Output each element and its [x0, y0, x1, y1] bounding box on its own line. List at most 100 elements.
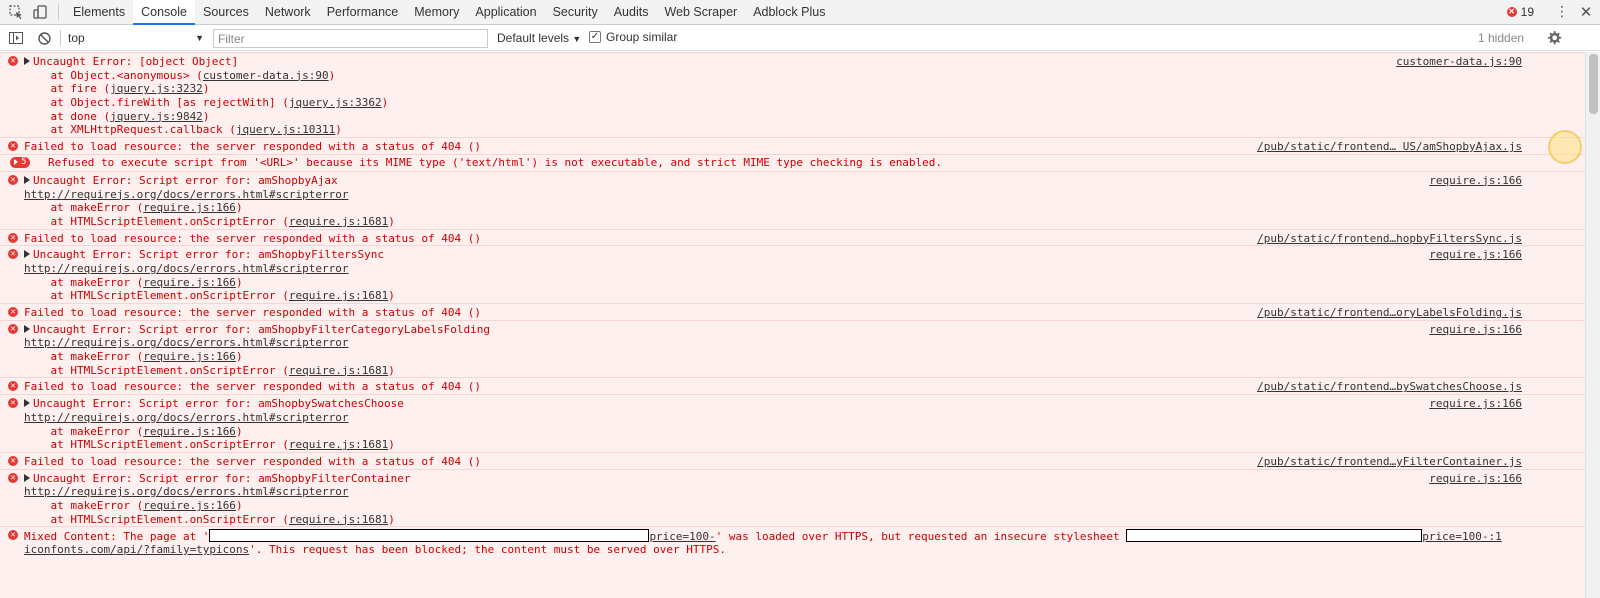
- repeat-count-badge[interactable]: 5: [10, 156, 31, 168]
- stack-frame-link[interactable]: require.js:166: [143, 425, 236, 438]
- stack-frame-link[interactable]: require.js:1681: [289, 215, 388, 228]
- stack-frame: at makeError (require.js:166): [0, 201, 1600, 215]
- stack-frame-text: ): [388, 512, 395, 526]
- sidebar-toggle-icon[interactable]: [2, 26, 30, 50]
- docs-link[interactable]: http://requirejs.org/docs/errors.html#sc…: [24, 411, 349, 424]
- tab-performance[interactable]: Performance: [319, 0, 407, 25]
- group-similar-toggle[interactable]: ✓ Group similar: [589, 30, 677, 44]
- message-header[interactable]: Uncaught Error: Script error for: amShop…: [24, 397, 404, 411]
- stack-frame-link[interactable]: customer-data.js:90: [203, 69, 329, 82]
- console-messages: ✕ Uncaught Error: [object Object] customer…: [0, 52, 1600, 598]
- source-link[interactable]: /pub/static/frontend… US/amShopbyAjax.js: [1257, 140, 1522, 154]
- expand-triangle-icon[interactable]: [24, 324, 30, 333]
- stack-frame-text: at HTMLScriptElement.onScriptError (: [24, 214, 289, 228]
- stylesheet-url[interactable]: iconfonts.com/api/?family=typicons: [24, 543, 249, 556]
- console-scrollbar[interactable]: [1585, 52, 1600, 598]
- stack-frame-link[interactable]: jquery.js:3362: [289, 96, 382, 109]
- docs-link[interactable]: http://requirejs.org/docs/errors.html#sc…: [24, 485, 349, 498]
- expand-triangle-icon[interactable]: [24, 250, 30, 259]
- device-toolbar-icon[interactable]: [28, 0, 52, 24]
- source-link[interactable]: require.js:166: [1429, 397, 1522, 411]
- docs-link[interactable]: http://requirejs.org/docs/errors.html#sc…: [24, 262, 349, 275]
- stack-frame-text: at makeError (: [24, 201, 144, 215]
- expand-triangle-icon[interactable]: [24, 175, 30, 184]
- log-levels-label: Default levels: [497, 31, 570, 45]
- stack-frame-link[interactable]: require.js:1681: [289, 364, 388, 377]
- stack-frame-link[interactable]: jquery.js:3232: [110, 82, 203, 95]
- error-icon: ✕: [1506, 7, 1517, 17]
- scrollbar-thumb[interactable]: [1589, 54, 1598, 114]
- message-header[interactable]: Uncaught Error: Script error for: amShop…: [24, 174, 338, 188]
- stack-frame-text: ): [235, 201, 243, 215]
- source-link[interactable]: require.js:166: [1429, 323, 1522, 337]
- filter-input[interactable]: [213, 29, 488, 48]
- stack-frame-link[interactable]: require.js:166: [143, 350, 236, 363]
- tab-security[interactable]: Security: [545, 0, 606, 25]
- source-link[interactable]: require.js:166: [1429, 248, 1522, 262]
- message-text: Uncaught Error: [object Object]: [33, 55, 239, 68]
- source-link[interactable]: require.js:166: [1429, 472, 1522, 486]
- cursor-highlight: [1548, 130, 1582, 164]
- stack-frame-link[interactable]: require.js:166: [143, 201, 236, 214]
- stack-frame-link[interactable]: require.js:166: [143, 276, 236, 289]
- expand-triangle-icon[interactable]: [24, 399, 30, 408]
- console-message: ✕ Uncaught Error: Script error for: amSho…: [0, 394, 1600, 452]
- devtools-tab-bar: Elements Console Sources Network Performance…: [0, 0, 1600, 25]
- message-header[interactable]: Uncaught Error: Script error for: amShop…: [24, 472, 411, 486]
- tab-console[interactable]: Console: [133, 0, 195, 25]
- group-similar-checkbox[interactable]: ✓: [589, 31, 601, 43]
- context-selector[interactable]: top ▼: [68, 29, 204, 47]
- source-link[interactable]: /pub/static/frontend…bySwatchesChoose.js: [1257, 380, 1522, 394]
- stack-frame-text: at HTMLScriptElement.onScriptError (: [24, 438, 289, 452]
- docs-link[interactable]: http://requirejs.org/docs/errors.html#sc…: [24, 336, 349, 349]
- tab-elements[interactable]: Elements: [65, 0, 133, 25]
- source-link[interactable]: /pub/static/frontend…oryLabelsFolding.js: [1257, 306, 1522, 320]
- console-message: ✕ Mixed Content: The page at ' price=100-'…: [0, 526, 1600, 556]
- log-levels-dropdown[interactable]: Default levels ▼: [497, 31, 581, 45]
- message-text: '. This request has been blocked; the co…: [249, 543, 726, 556]
- tab-web-scraper[interactable]: Web Scraper: [656, 0, 745, 25]
- source-link[interactable]: /pub/static/frontend…yFilterContainer.js: [1257, 455, 1522, 469]
- message-header[interactable]: Uncaught Error: Script error for: amShop…: [24, 248, 384, 262]
- console-message: ✕ Uncaught Error: Script error for: amSho…: [0, 170, 1600, 229]
- message-text: Uncaught Error: Script error for: amShop…: [33, 173, 338, 187]
- tab-application[interactable]: Application: [467, 0, 544, 25]
- message-header[interactable]: Uncaught Error: Script error for: amShop…: [24, 323, 490, 337]
- stylesheet-url-tail[interactable]: price=100-:1: [1422, 530, 1501, 543]
- tab-network[interactable]: Network: [257, 0, 319, 25]
- tab-adblock-plus[interactable]: Adblock Plus: [745, 0, 833, 25]
- stack-frame-text: at fire (: [24, 82, 111, 96]
- inspect-element-icon[interactable]: [4, 0, 28, 24]
- page-url-tail[interactable]: price=100-: [649, 530, 715, 543]
- source-link[interactable]: require.js:166: [1429, 174, 1522, 188]
- expand-triangle-icon[interactable]: [24, 57, 30, 65]
- error-counter[interactable]: ✕ 19: [1506, 5, 1534, 19]
- message-text: Failed to load resource: the server resp…: [24, 380, 481, 394]
- context-value: top: [68, 31, 85, 45]
- tab-audits[interactable]: Audits: [606, 0, 657, 25]
- gear-icon[interactable]: [1544, 27, 1564, 49]
- stack-frame: at makeError (require.js:166): [0, 276, 1600, 290]
- console-message: ✕ Uncaught Error: Script error for: amSho…: [0, 319, 1600, 378]
- source-link[interactable]: customer-data.js:90: [1396, 55, 1522, 69]
- message-header[interactable]: Uncaught Error: [object Object]: [24, 55, 238, 69]
- clear-console-icon[interactable]: [30, 26, 58, 50]
- stack-frame-link[interactable]: require.js:1681: [289, 289, 388, 302]
- source-link[interactable]: /pub/static/frontend…hopbyFiltersSync.js: [1257, 232, 1522, 246]
- group-similar-label: Group similar: [606, 30, 678, 44]
- stack-frame-text: at makeError (: [24, 275, 144, 289]
- message-text: Failed to load resource: the server resp…: [24, 306, 481, 319]
- tab-sources[interactable]: Sources: [195, 0, 257, 25]
- stack-frame-link[interactable]: require.js:166: [143, 499, 236, 512]
- close-icon[interactable]: ✕: [1572, 3, 1600, 21]
- expand-triangle-icon[interactable]: [24, 473, 30, 482]
- stack-frame-link[interactable]: jquery.js:9842: [110, 110, 203, 123]
- stack-frame-link[interactable]: jquery.js:10311: [236, 123, 335, 136]
- docs-link[interactable]: http://requirejs.org/docs/errors.html#sc…: [24, 188, 349, 201]
- tab-memory[interactable]: Memory: [406, 0, 467, 25]
- more-options-icon[interactable]: ⋮: [1552, 4, 1572, 20]
- stack-frame-text: at makeError (: [24, 424, 144, 438]
- stack-frame-link[interactable]: require.js:1681: [289, 438, 388, 451]
- stack-frame-text: ): [202, 82, 210, 96]
- stack-frame-link[interactable]: require.js:1681: [289, 513, 388, 526]
